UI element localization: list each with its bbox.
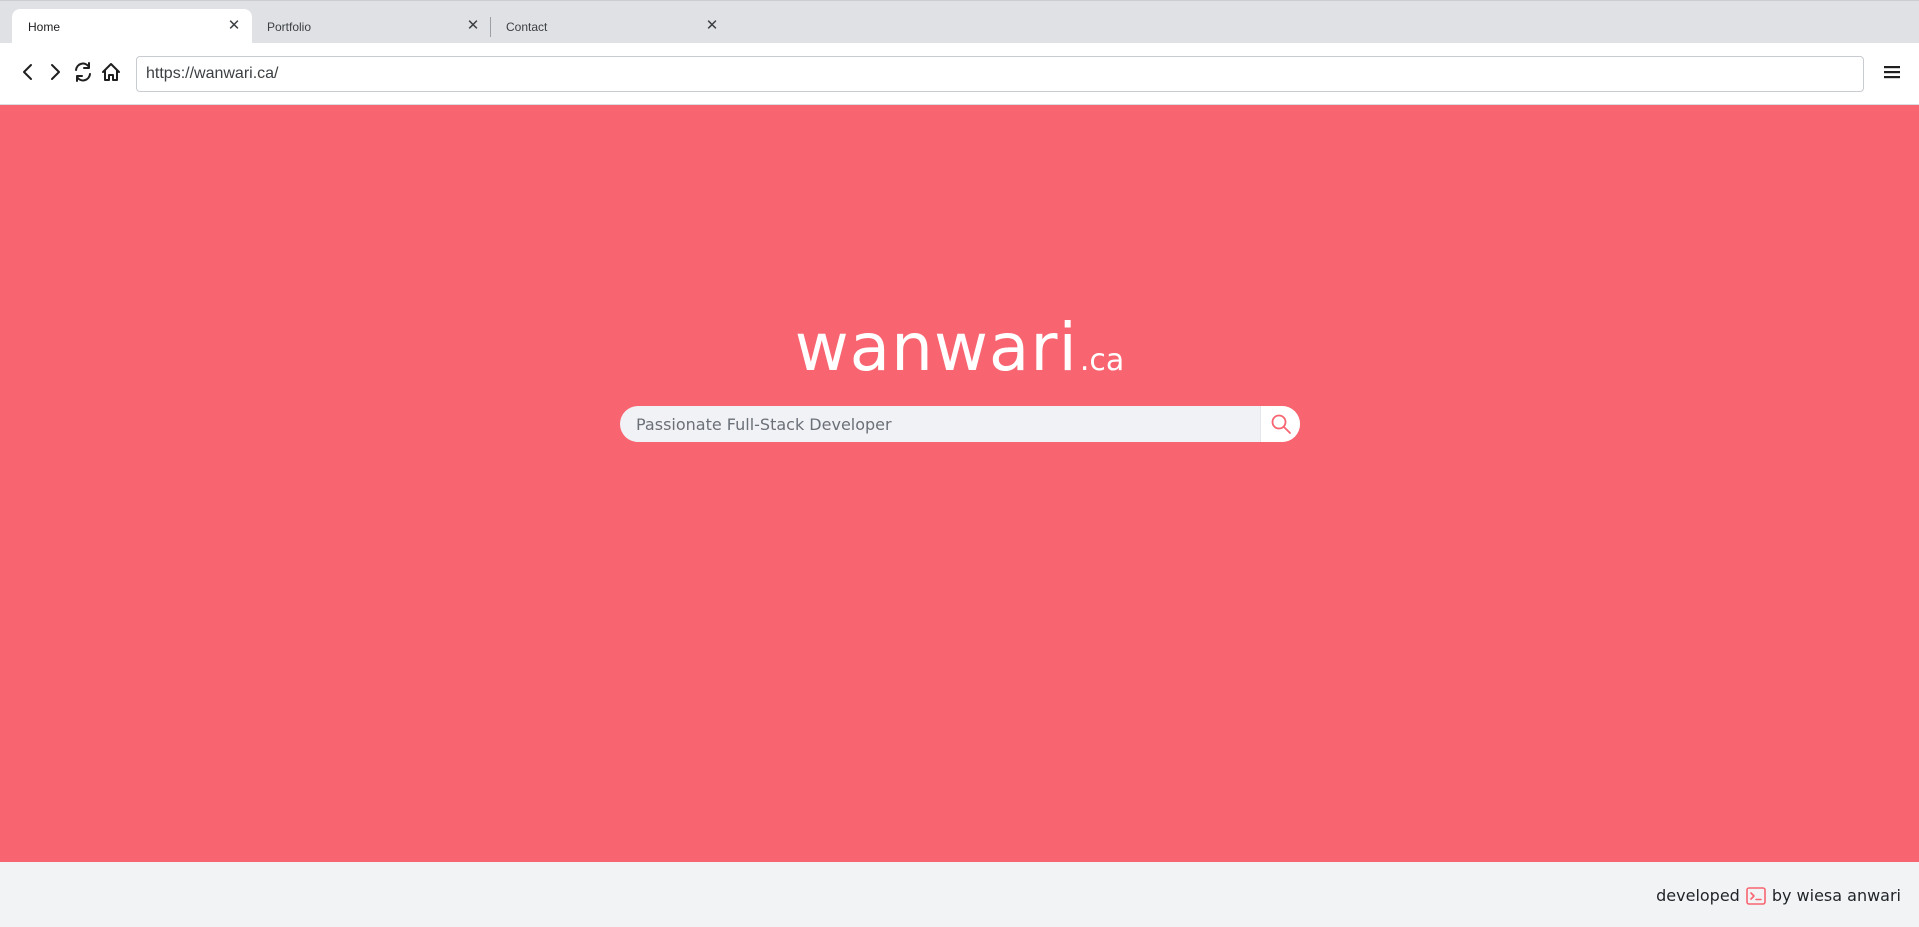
- search-icon: [1271, 414, 1291, 434]
- footer-credit: developed by wiesa anwari: [1656, 886, 1901, 905]
- footer-text-developed: developed: [1656, 886, 1740, 905]
- back-arrow-icon: [23, 64, 32, 80]
- close-tab-icon[interactable]: ✕: [226, 18, 242, 34]
- tab-title: Portfolio: [267, 19, 312, 34]
- tab-contact[interactable]: Contact ✕: [490, 9, 730, 44]
- home-button[interactable]: [99, 60, 123, 84]
- footer: developed by wiesa anwari: [0, 862, 1919, 927]
- menu-button[interactable]: [1880, 60, 1904, 84]
- url-input[interactable]: [146, 65, 1854, 83]
- tab-title: Contact: [506, 19, 548, 34]
- site-logo[interactable]: wanwari.ca: [0, 315, 1919, 381]
- terminal-icon: [1746, 886, 1766, 905]
- search-button[interactable]: [1260, 406, 1300, 442]
- search-bar: [620, 406, 1300, 442]
- tab-title: Home: [28, 19, 61, 34]
- tab-home[interactable]: Home ✕: [12, 9, 252, 44]
- logo-tld: .ca: [1079, 343, 1125, 378]
- tab-portfolio[interactable]: Portfolio ✕: [251, 9, 491, 44]
- reload-icon: [75, 62, 91, 82]
- close-tab-icon[interactable]: ✕: [465, 18, 481, 34]
- search-input[interactable]: [620, 406, 1258, 442]
- address-bar[interactable]: [136, 56, 1864, 92]
- home-icon: [102, 63, 120, 81]
- hamburger-menu-icon: [1884, 66, 1900, 79]
- tab-strip: Home ✕ Portfolio ✕ Contact ✕: [0, 0, 1919, 44]
- hero-section: wanwari.ca: [0, 105, 1919, 862]
- browser-toolbar: [0, 43, 1919, 105]
- footer-text-author: by wiesa anwari: [1771, 886, 1901, 905]
- close-tab-icon[interactable]: ✕: [704, 18, 720, 34]
- forward-arrow-icon: [51, 64, 60, 80]
- back-button[interactable]: [16, 60, 40, 84]
- reload-button[interactable]: [71, 60, 95, 84]
- forward-button[interactable]: [43, 60, 67, 84]
- logo-name: wanwari: [794, 309, 1078, 386]
